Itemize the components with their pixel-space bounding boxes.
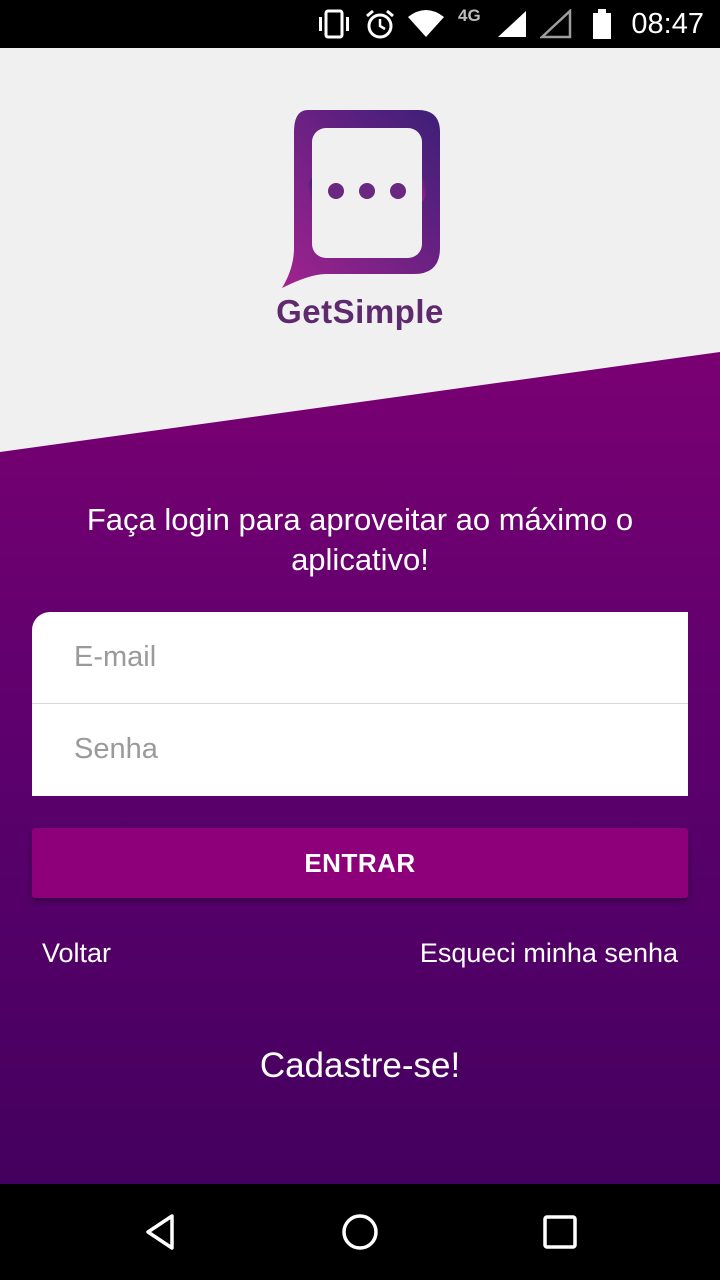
clock: 08:47 [631,8,704,40]
network-type-label: 4G [458,6,481,25]
login-form-card [32,612,688,796]
signal-empty-icon [540,0,572,48]
navigation-bar [0,1184,720,1280]
status-bar: 4G 08:47 [0,0,720,48]
recents-square-icon[interactable] [530,1202,590,1262]
chat-bubble-logo-icon [270,108,450,290]
password-field[interactable] [32,704,688,795]
brand-name: GetSimple [276,293,444,330]
vibrate-icon [316,0,352,48]
back-link[interactable]: Voltar [42,938,111,969]
signal-icon [496,0,528,48]
login-button[interactable]: ENTRAR [32,828,688,898]
home-circle-icon[interactable] [330,1202,390,1262]
signup-link[interactable]: Cadastre-se! [0,1046,720,1086]
battery-icon [590,0,614,48]
back-triangle-icon[interactable] [130,1202,190,1262]
wifi-icon [406,0,446,48]
forgot-password-link[interactable]: Esqueci minha senha [420,938,678,969]
alarm-icon [364,0,396,48]
login-headline: Faça login para aproveitar ao máximo o a… [86,502,634,577]
email-field[interactable] [32,612,688,703]
